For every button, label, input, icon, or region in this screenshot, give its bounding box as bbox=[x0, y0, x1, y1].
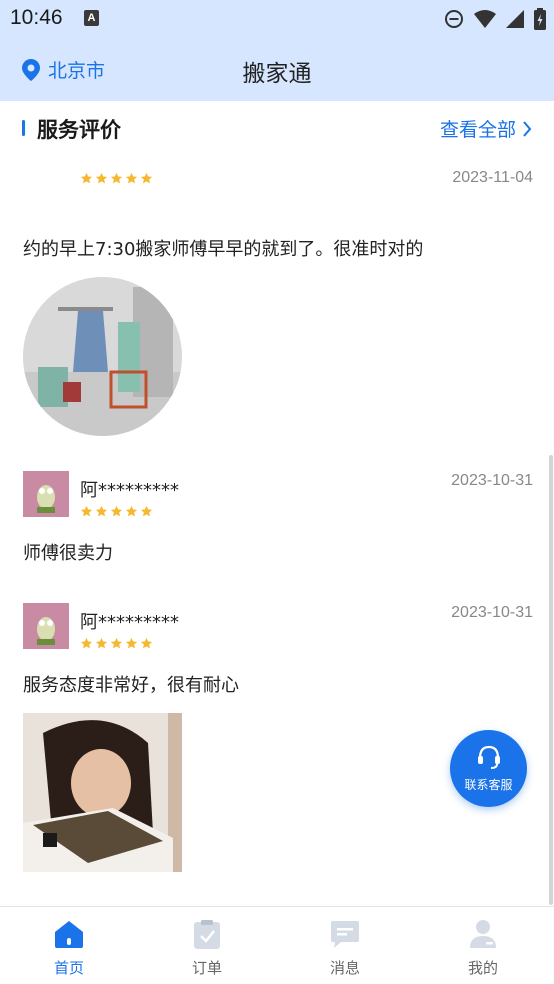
star-icon bbox=[95, 505, 108, 517]
review-date: 2023-11-04 bbox=[452, 169, 533, 186]
star-icon bbox=[80, 637, 93, 649]
customer-service-label: 联系客服 bbox=[464, 778, 513, 792]
review-item: 阿********* 2023-10-31 服务态度非常好，很有耐心 bbox=[23, 603, 533, 703]
headset-icon bbox=[478, 745, 500, 769]
avatar bbox=[23, 603, 69, 649]
bottom-nav: 首页 订单 消息 我的 bbox=[0, 906, 554, 984]
section-accent-bar bbox=[22, 120, 25, 136]
do-not-disturb-icon bbox=[445, 10, 463, 28]
review-section-header: 服务评价 查看全部 bbox=[0, 101, 554, 156]
view-all-link[interactable]: 查看全部 bbox=[440, 115, 532, 142]
scrollbar[interactable] bbox=[549, 455, 553, 905]
star-icon bbox=[125, 637, 138, 649]
status-bar: 10:46 A bbox=[0, 0, 554, 38]
review-text: 约的早上7:30搬家师傅早早的就到了。很准时对的 bbox=[23, 239, 424, 260]
user-name: 阿********* bbox=[80, 612, 179, 633]
section-title: 服务评价 bbox=[37, 118, 121, 142]
battery-icon bbox=[534, 8, 546, 30]
star-icon bbox=[140, 637, 153, 649]
wifi-icon bbox=[474, 10, 496, 28]
nav-home-label: 首页 bbox=[53, 959, 84, 977]
star-icon bbox=[80, 172, 93, 184]
chevron-right-icon bbox=[523, 120, 532, 137]
rating-stars bbox=[80, 637, 153, 650]
status-time: 10:46 bbox=[10, 6, 63, 29]
app-header: 北京市 搬家通 bbox=[0, 38, 554, 101]
nav-orders[interactable]: 订单 bbox=[138, 907, 276, 984]
star-icon bbox=[95, 637, 108, 649]
status-icons bbox=[444, 6, 546, 32]
star-icon bbox=[140, 172, 153, 184]
customer-service-button[interactable]: 联系客服 bbox=[450, 730, 527, 807]
star-icon bbox=[125, 172, 138, 184]
star-icon bbox=[140, 505, 153, 517]
avatar bbox=[23, 471, 69, 517]
star-icon bbox=[110, 505, 123, 517]
view-all-label: 查看全部 bbox=[439, 119, 516, 141]
home-icon bbox=[55, 921, 83, 948]
nav-messages[interactable]: 消息 bbox=[276, 907, 414, 984]
profile-icon bbox=[470, 920, 496, 948]
nav-profile[interactable]: 我的 bbox=[414, 907, 552, 984]
page-title: 搬家通 bbox=[242, 61, 312, 87]
star-icon bbox=[110, 637, 123, 649]
nav-home[interactable]: 首页 bbox=[0, 907, 138, 984]
signal-icon bbox=[506, 10, 524, 28]
order-icon bbox=[194, 920, 220, 949]
message-icon bbox=[331, 921, 359, 948]
star-icon bbox=[95, 172, 108, 184]
review-text: 服务态度非常好，很有耐心 bbox=[23, 675, 239, 696]
nav-orders-label: 订单 bbox=[191, 959, 222, 977]
a-icon: A bbox=[84, 10, 99, 26]
nav-messages-label: 消息 bbox=[329, 959, 360, 977]
rating-stars bbox=[80, 505, 153, 518]
review-date: 2023-10-31 bbox=[451, 604, 533, 621]
review-text: 师傅很卖力 bbox=[23, 543, 113, 564]
star-icon bbox=[80, 505, 93, 517]
review-photo[interactable] bbox=[23, 277, 182, 436]
review-photo[interactable] bbox=[23, 713, 182, 872]
star-icon bbox=[110, 172, 123, 184]
rating-stars bbox=[80, 172, 153, 185]
star-icon bbox=[125, 505, 138, 517]
nav-profile-label: 我的 bbox=[467, 959, 498, 977]
review-date: 2023-10-31 bbox=[451, 472, 533, 489]
review-item: 阿********* 2023-10-31 师傅很卖力 bbox=[23, 471, 533, 571]
user-name: 阿********* bbox=[80, 480, 179, 501]
